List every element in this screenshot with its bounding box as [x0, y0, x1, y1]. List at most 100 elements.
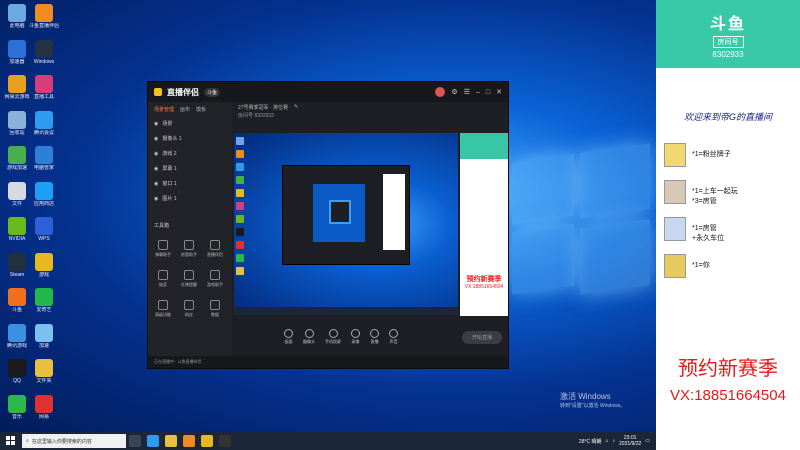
taskbar: ⌕ 在这里输入你要搜索的内容 28°C 晴朗 ⌂ ♪ 23:01 2021/9/…	[0, 432, 656, 450]
maximize-icon[interactable]: □	[486, 89, 490, 96]
settings-icon[interactable]: ⚙	[451, 88, 457, 96]
preview-desktop-icons	[236, 137, 244, 280]
desktop-icon[interactable]: WPS	[29, 215, 59, 249]
minimize-icon[interactable]: –	[476, 89, 480, 96]
scene-item[interactable]: ◉ 屏幕 1	[148, 162, 232, 177]
desktop-icon[interactable]: 游戏	[29, 251, 59, 285]
tab-scenes[interactable]: 场景管理	[154, 106, 174, 113]
search-input[interactable]: 在这里输入你要搜索的内容	[32, 438, 92, 445]
weather-text[interactable]: 28°C 晴朗	[579, 438, 602, 445]
scene-item[interactable]: ◉ 窗口 1	[148, 177, 232, 192]
tool-item[interactable]: 高级功能	[152, 300, 174, 318]
tool-item[interactable]: 直播伴侣	[204, 240, 226, 258]
desktop-icon[interactable]: 斗鱼	[2, 286, 32, 320]
tool-item[interactable]: 粉丝	[178, 300, 200, 318]
menu-icon[interactable]: ☰	[464, 88, 470, 96]
desktop-icon[interactable]: 文件	[2, 180, 32, 214]
game-taskbar-icon[interactable]	[201, 435, 213, 447]
eye-icon[interactable]: ◉	[154, 149, 158, 160]
tool-item[interactable]: 数据	[204, 300, 226, 318]
preview-area: 27号赛季冠军 · 排位赛 ✎ 房间号 8302933	[234, 102, 458, 350]
desktop-icon[interactable]: 斗鱼直播伴侣	[29, 2, 59, 36]
desktop-icon-label: 游戏	[38, 271, 49, 278]
notification-icon[interactable]: ▭	[645, 438, 650, 444]
network-icon[interactable]: ⌂	[605, 438, 608, 444]
desktop-icon[interactable]: 网易	[29, 393, 59, 427]
desktop-icon[interactable]: 文件夹	[29, 357, 59, 391]
toolbar-button[interactable]: 手机投屏	[325, 329, 341, 345]
edge-icon[interactable]	[147, 435, 159, 447]
desktop-icon[interactable]: 游戏加速	[2, 144, 32, 178]
gift-icon	[664, 217, 686, 241]
desktop-icon[interactable]: 此电脑	[2, 2, 32, 36]
live-preview[interactable]	[234, 133, 458, 315]
eye-icon[interactable]: ◉	[154, 194, 158, 205]
desktop-icon[interactable]: 电脑管家	[29, 144, 59, 178]
desktop-icon[interactable]: 直播工具	[29, 73, 59, 107]
toolbar-button[interactable]: 画面	[284, 329, 293, 345]
app-badge[interactable]: 斗鱼	[204, 87, 221, 97]
app-icon	[8, 217, 26, 235]
app-icon	[35, 146, 53, 164]
app-icon	[8, 39, 26, 58]
desktop-icon[interactable]: 腾讯会议	[29, 109, 59, 143]
clock[interactable]: 23:01 2021/9/22	[619, 435, 641, 447]
desktop-icon[interactable]: 腾讯游戏	[2, 322, 32, 356]
avatar[interactable]	[435, 87, 446, 97]
app-icon	[35, 217, 53, 235]
start-live-button[interactable]: 开始直播	[461, 330, 502, 344]
app-icon	[35, 110, 53, 129]
desktop-icon[interactable]: 回收站	[2, 109, 32, 143]
tool-item[interactable]: 弹幕助手	[152, 240, 174, 258]
desktop-icon[interactable]: 音乐	[2, 393, 32, 427]
scene-item[interactable]: ◉ 摄像头 1	[148, 132, 232, 147]
desktop-icon-label: 此电脑	[9, 23, 25, 29]
scene-item[interactable]: ◉ 游戏 2	[148, 147, 232, 162]
desktop-icon[interactable]: 网易云游戏	[2, 73, 32, 107]
volume-icon[interactable]: ♪	[613, 438, 616, 444]
desktop-icon[interactable]: Windows	[29, 38, 59, 72]
scene-item[interactable]: ◉ 场景	[148, 117, 232, 132]
toolbar-button[interactable]: 直播	[370, 329, 379, 345]
contact-text: VX:18851664504	[670, 387, 786, 404]
tool-icon	[184, 270, 194, 280]
edit-icon[interactable]: ✎	[294, 104, 298, 110]
desktop-icon-label: 斗鱼直播伴侣	[29, 23, 59, 29]
scene-list: ◉ 场景 ◉ 摄像头 1 ◉ 游戏 2 ◉ 屏幕 1 ◉ 窗口 1 ◉ 图片 1	[148, 117, 232, 207]
start-button[interactable]	[0, 432, 22, 450]
folder-icon[interactable]	[165, 435, 177, 447]
tool-item[interactable]: 抽奖	[152, 270, 174, 288]
app-titlebar[interactable]: 直播伴侣 斗鱼 ⚙ ☰ – □ ✕	[148, 82, 508, 102]
eye-icon[interactable]: ◉	[154, 134, 158, 145]
scene-item[interactable]: ◉ 图片 1	[148, 192, 232, 207]
toolbar-icon	[351, 329, 360, 338]
tool-item[interactable]: 房管助手	[178, 240, 200, 258]
toolbar-button[interactable]: 录像	[351, 329, 360, 345]
streaming-app-window[interactable]: 直播伴侣 斗鱼 ⚙ ☰ – □ ✕ 场景管理 画布 模板 ◉ 场景 ◉ 摄像头 1 ◉ 游…	[147, 81, 509, 369]
tab-canvas[interactable]: 画布	[180, 106, 190, 113]
taskbar-search[interactable]: ⌕ 在这里输入你要搜索的内容	[22, 434, 126, 448]
desktop-icon[interactable]: Steam	[2, 251, 32, 285]
desktop-icon[interactable]: 加速器	[2, 38, 32, 72]
task-view-icon[interactable]	[129, 435, 141, 447]
douyu-taskbar-icon[interactable]	[183, 435, 195, 447]
toolbar-icon	[370, 329, 379, 338]
desktop-icon[interactable]: QQ	[2, 357, 32, 391]
desktop-icon-label: 加速器	[9, 58, 25, 65]
desktop-icon[interactable]: 应用商店	[29, 180, 59, 214]
tool-item[interactable]: 礼物提醒	[178, 270, 200, 288]
eye-icon[interactable]: ◉	[154, 179, 158, 190]
app-icon	[35, 394, 53, 413]
close-icon[interactable]: ✕	[496, 88, 502, 96]
tool-item[interactable]: 游戏助手	[204, 270, 226, 288]
desktop-icon-label: 爱奇艺	[36, 307, 52, 313]
toolbar-button[interactable]: 声音	[389, 329, 398, 345]
desktop-icon[interactable]: NVIDIA	[2, 215, 32, 249]
eye-icon[interactable]: ◉	[154, 164, 158, 175]
toolbar-button[interactable]: 摄像头	[303, 329, 315, 345]
eye-icon[interactable]: ◉	[154, 119, 158, 130]
desktop-icon[interactable]: 爱奇艺	[29, 286, 59, 320]
tab-templates[interactable]: 模板	[196, 106, 206, 113]
app-taskbar-icon[interactable]	[219, 435, 231, 447]
desktop-icon[interactable]: 加速	[29, 322, 59, 356]
